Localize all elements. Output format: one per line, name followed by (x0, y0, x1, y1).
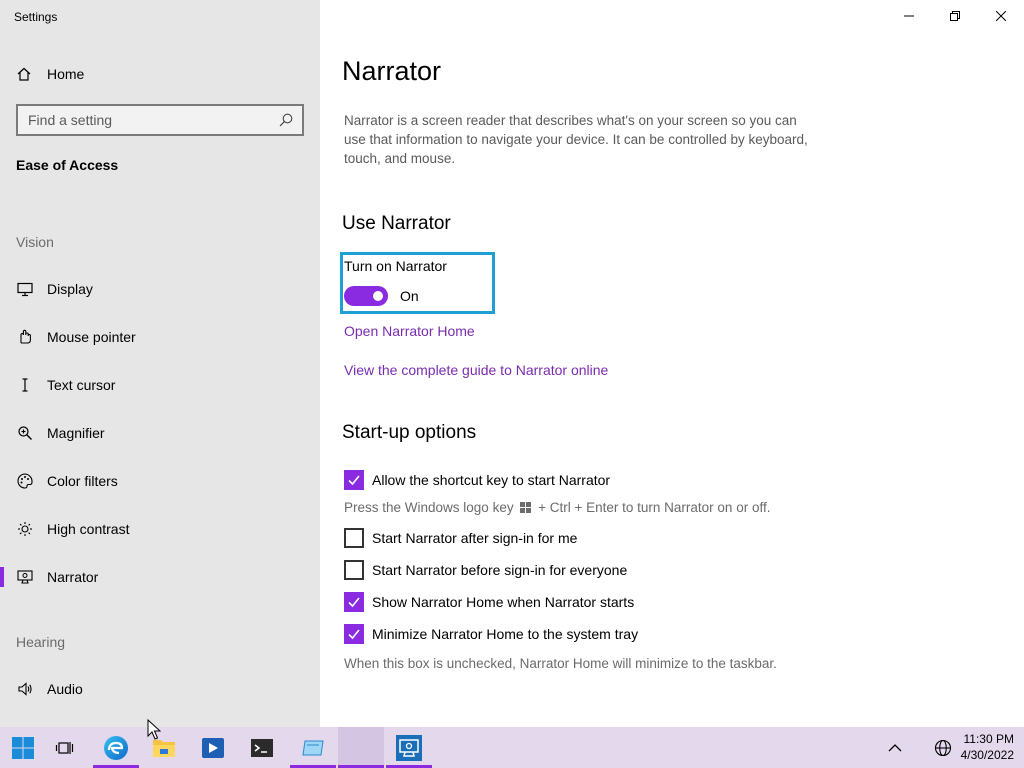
shortcut-hint-suffix: + Ctrl + Enter to turn Narrator on or of… (538, 500, 771, 515)
sidebar-item-display[interactable]: Display (0, 269, 320, 309)
checkbox[interactable] (344, 528, 364, 548)
sidebar-item-label: Magnifier (47, 425, 105, 441)
sidebar-item-mouse-pointer[interactable]: Mouse pointer (0, 317, 320, 357)
sidebar-item-label: Home (47, 66, 85, 82)
clock-date: 4/30/2022 (960, 748, 1014, 762)
shortcut-hint-prefix: Press the Windows logo key (344, 500, 514, 515)
sidebar-item-color-filters[interactable]: Color filters (0, 461, 320, 501)
task-view-icon (55, 741, 74, 754)
sidebar-item-label: Narrator (47, 569, 99, 585)
settings-taskbar-button[interactable] (338, 727, 384, 768)
search-icon[interactable] (278, 112, 294, 128)
chevron-up-icon (888, 743, 902, 751)
option-label: Minimize Narrator Home to the system tra… (372, 626, 639, 642)
mouse-pointer-icon (16, 328, 34, 346)
narrator-toggle[interactable] (344, 286, 388, 306)
narrator-taskbar-button[interactable] (386, 727, 432, 768)
color-filters-icon (16, 472, 34, 490)
checkbox[interactable] (344, 592, 364, 612)
startup-options-heading: Start-up options (342, 422, 477, 443)
app-title: Settings (14, 10, 58, 24)
close-icon (996, 11, 1006, 21)
sidebar-item-label: Display (47, 281, 93, 297)
network-button[interactable] (920, 727, 966, 768)
monitor-icon (16, 280, 34, 298)
option-label: Start Narrator before sign-in for everyo… (372, 562, 628, 578)
checkbox[interactable] (344, 470, 364, 490)
narrator-guide-link[interactable]: View the complete guide to Narrator onli… (344, 362, 608, 378)
option-show-home[interactable]: Show Narrator Home when Narrator starts (344, 592, 634, 612)
option-after-sign-in[interactable]: Start Narrator after sign-in for me (344, 528, 577, 548)
media-taskbar-button[interactable] (190, 727, 236, 768)
checkbox[interactable] (344, 560, 364, 580)
mouse-cursor-icon (147, 718, 162, 746)
sidebar-item-label: High contrast (47, 521, 130, 537)
group-label-vision: Vision (16, 234, 54, 250)
option-minimize-home[interactable]: Minimize Narrator Home to the system tra… (344, 624, 638, 644)
option-label: Start Narrator after sign-in for me (372, 530, 578, 546)
sidebar-item-label: Color filters (47, 473, 118, 489)
page-title: Narrator (342, 56, 442, 86)
sidebar: Settings Home Ease of Access Vision Disp… (0, 0, 320, 727)
close-button[interactable] (978, 0, 1024, 32)
option-label: Show Narrator Home when Narrator starts (372, 594, 635, 610)
edge-taskbar-button[interactable] (93, 727, 139, 768)
task-view-button[interactable] (42, 727, 88, 768)
app-taskbar-button[interactable] (290, 727, 336, 768)
speaker-icon (16, 680, 34, 698)
sidebar-item-label: Text cursor (47, 377, 116, 393)
minimize-hint: When this box is unchecked, Narrator Hom… (344, 656, 777, 671)
high-contrast-icon (16, 520, 34, 538)
restore-button[interactable] (932, 0, 978, 32)
section-title: Ease of Access (16, 157, 119, 173)
terminal-icon (251, 738, 273, 757)
toggle-state: On (400, 288, 419, 304)
page-description: Narrator is a screen reader that describ… (344, 113, 808, 166)
edge-browser-icon (104, 735, 128, 760)
windows-start-icon (12, 736, 34, 759)
group-label-hearing: Hearing (16, 634, 66, 650)
narrator-icon (16, 568, 34, 586)
clock[interactable]: 11:30 PM 4/30/2022 (961, 731, 1014, 763)
sidebar-item-audio[interactable]: Audio (0, 669, 320, 709)
use-narrator-heading: Use Narrator (342, 213, 451, 234)
option-label: Allow the shortcut key to start Narrator (372, 472, 611, 488)
toggle-knob (373, 291, 383, 301)
app-window-icon (302, 740, 324, 755)
terminal-taskbar-button[interactable] (239, 727, 285, 768)
start-button[interactable] (0, 727, 46, 768)
sidebar-item-label: Mouse pointer (47, 329, 136, 345)
globe-icon (934, 739, 952, 756)
narrator-app-icon (396, 734, 422, 761)
sidebar-item-home[interactable]: Home (16, 63, 84, 85)
checkbox[interactable] (344, 624, 364, 644)
windows-logo-icon (520, 499, 532, 518)
option-shortcut-key[interactable]: Allow the shortcut key to start Narrator (344, 470, 610, 490)
search-input[interactable] (28, 112, 278, 128)
search-box[interactable] (16, 104, 304, 136)
minimize-icon (904, 15, 914, 17)
option-before-sign-in[interactable]: Start Narrator before sign-in for everyo… (344, 560, 627, 580)
media-player-icon (202, 737, 224, 758)
text-cursor-icon (16, 376, 34, 394)
clock-time: 11:30 PM (963, 732, 1014, 746)
show-hidden-icons-button[interactable] (872, 727, 918, 768)
sidebar-item-text-cursor[interactable]: Text cursor (0, 365, 320, 405)
magnifier-icon (16, 424, 34, 442)
sidebar-item-label: Audio (47, 681, 83, 697)
home-icon (16, 66, 32, 82)
checkmark-icon (348, 597, 360, 608)
minimize-button[interactable] (886, 0, 932, 32)
main-panel: Narrator Narrator is a screen reader tha… (320, 0, 1024, 727)
sidebar-item-high-contrast[interactable]: High contrast (0, 509, 320, 549)
restore-icon (950, 11, 960, 21)
shortcut-hint: Press the Windows logo key + Ctrl + Ente… (344, 498, 784, 518)
open-narrator-home-link[interactable]: Open Narrator Home (344, 323, 475, 339)
checkmark-icon (348, 475, 360, 486)
checkmark-icon (348, 629, 360, 640)
sidebar-item-magnifier[interactable]: Magnifier (0, 413, 320, 453)
sidebar-item-narrator[interactable]: Narrator (0, 557, 320, 597)
toggle-label: Turn on Narrator (344, 258, 447, 274)
